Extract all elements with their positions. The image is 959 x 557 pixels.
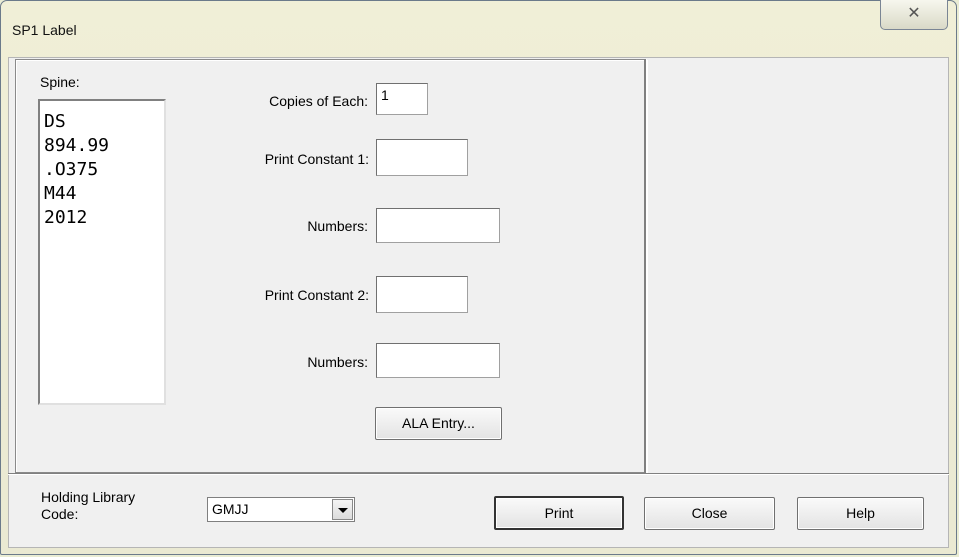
copies-label: Copies of Each: [269, 93, 368, 109]
window-title: SP1 Label [12, 22, 77, 38]
print-button[interactable]: Print [494, 496, 624, 530]
print-constant-2-label: Print Constant 2: [264, 287, 369, 303]
holding-label-line1: Holding Library [41, 489, 136, 505]
holding-library-label: Holding Library Code: [41, 489, 135, 523]
copies-input[interactable]: 1 [376, 83, 428, 115]
close-button[interactable]: Close [644, 497, 775, 530]
spine-text-area[interactable]: DS 894.99 .O375 M44 2012 [38, 99, 166, 405]
footer-separator [8, 473, 949, 475]
chevron-down-icon[interactable] [332, 499, 353, 520]
window-close-button[interactable]: ✕ [880, 0, 948, 30]
print-constant-2-input[interactable] [376, 276, 468, 313]
numbers-2-label: Numbers: [307, 354, 368, 370]
spine-line: DS [44, 111, 66, 132]
spine-line: .O375 [44, 159, 99, 180]
vertical-separator [644, 59, 647, 473]
holding-library-value: GMJJ [212, 501, 249, 517]
close-icon: ✕ [907, 5, 921, 22]
numbers-1-label: Numbers: [307, 218, 368, 234]
spine-line: 894.99 [44, 135, 110, 156]
print-constant-1-input[interactable] [376, 139, 468, 176]
holding-label-line2: Code: [41, 506, 79, 522]
help-button[interactable]: Help [797, 497, 924, 530]
spine-label: Spine: [40, 74, 80, 90]
numbers-2-input[interactable] [376, 343, 500, 378]
spine-line: 2012 [44, 207, 88, 228]
numbers-1-input[interactable] [376, 208, 500, 243]
holding-library-select[interactable]: GMJJ [207, 497, 355, 522]
spine-line: M44 [44, 183, 77, 204]
print-constant-1-label: Print Constant 1: [264, 151, 369, 167]
ala-entry-button[interactable]: ALA Entry... [375, 407, 502, 440]
